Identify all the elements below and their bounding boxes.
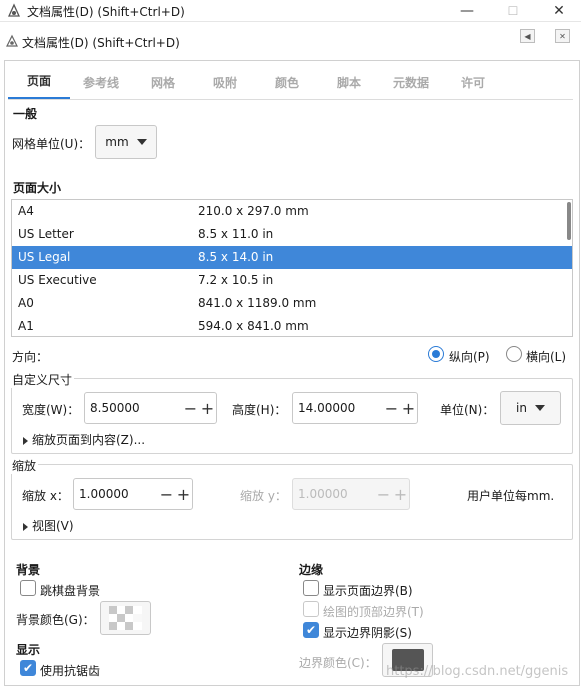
scale-x-spinbox[interactable]: 1.00000 − + (73, 478, 193, 510)
scale-heading: 缩放 (10, 457, 39, 474)
window-titlebar: 文档属性(D) (Shift+Ctrl+D) — ☐ ✕ (0, 0, 581, 22)
custom-size-heading: 自定义尺寸 (10, 371, 75, 388)
checkmark-icon: ✔ (305, 623, 317, 637)
page-size-list[interactable]: A4 210.0 x 297.0 mm US Letter 8.5 x 11.0 i… (11, 199, 573, 337)
tab-metadata[interactable]: 元数据 (380, 64, 442, 100)
close-button[interactable]: ✕ (536, 0, 581, 22)
portrait-radio[interactable] (428, 346, 444, 362)
unit-label: 单位(N)： (440, 403, 495, 417)
tab-divider (8, 99, 573, 100)
list-item[interactable]: US Letter 8.5 x 11.0 in (12, 223, 572, 246)
expander-arrow-icon (23, 436, 28, 445)
dock-header: 文档属性(D) (Shift+Ctrl+D) (0, 30, 581, 52)
tab-snap[interactable]: 吸附 (194, 64, 256, 100)
grid-unit-dropdown[interactable]: mm (95, 125, 157, 159)
background-color-button[interactable] (100, 601, 151, 635)
width-spinbox[interactable]: 8.50000 − + (84, 392, 217, 424)
show-border-label[interactable]: 显示页面边界(B) (323, 582, 413, 599)
inkscape-app-icon (7, 3, 21, 17)
background-heading: 背景 (16, 563, 41, 577)
watermark-text: https://blog.csdn.net/ggenis (386, 664, 569, 679)
checkerboard-label[interactable]: 跳棋盘背景 (40, 582, 100, 599)
checkerboard-checkbox[interactable] (20, 580, 36, 596)
grid-unit-value: mm (105, 135, 129, 149)
landscape-label[interactable]: 横向(L) (526, 348, 566, 365)
height-input[interactable]: 14.00000 (293, 393, 383, 423)
list-item[interactable]: A4 210.0 x 297.0 mm (12, 200, 572, 223)
minus-icon[interactable]: − (158, 479, 175, 509)
landscape-radio[interactable] (506, 346, 522, 362)
border-color-label: 边界颜色(C)： (299, 656, 377, 670)
tab-color[interactable]: 颜色 (256, 64, 318, 100)
general-heading: 一般 (13, 107, 38, 121)
chevron-down-icon (534, 405, 545, 411)
expander-arrow-icon (23, 522, 28, 531)
scale-y-spinbox: 1.00000 − + (292, 478, 410, 510)
width-label: 宽度(W)： (22, 403, 80, 417)
tab-scripting[interactable]: 脚本 (318, 64, 380, 100)
scale-x-input[interactable]: 1.00000 (74, 479, 158, 509)
scale-x-label: 缩放 x： (22, 489, 69, 503)
page-size-heading: 页面大小 (13, 181, 62, 195)
minus-icon: − (376, 484, 391, 504)
list-item[interactable]: A1 594.0 x 841.0 mm (12, 315, 572, 336)
border-on-top-label: 绘图的顶部边界(T) (323, 605, 424, 619)
height-label: 高度(H)： (232, 403, 287, 417)
scale-y-input: 1.00000 (298, 487, 348, 501)
background-color-label: 背景颜色(G)： (16, 613, 95, 627)
border-on-top-checkbox (303, 601, 319, 617)
tab-bar: 页面 参考线 网格 吸附 颜色 脚本 元数据 许可 (8, 64, 504, 100)
grid-unit-label: 网格单位(U)： (12, 137, 91, 151)
plus-icon: + (393, 484, 408, 504)
plus-icon[interactable]: + (400, 393, 417, 423)
plus-icon[interactable]: + (175, 479, 192, 509)
list-scrollbar[interactable] (567, 202, 571, 240)
unit-value: in (516, 401, 527, 415)
checkmark-icon: ✔ (22, 661, 34, 675)
display-heading: 显示 (16, 643, 41, 657)
list-item-selected[interactable]: US Legal 8.5 x 14.0 in (12, 246, 572, 269)
tab-page[interactable]: 页面 (8, 64, 70, 100)
tab-grids[interactable]: 网格 (132, 64, 194, 100)
list-item[interactable]: US Executive 7.2 x 10.5 in (12, 269, 572, 292)
minus-icon[interactable]: − (383, 393, 400, 423)
border-heading: 边缘 (299, 563, 324, 577)
width-input[interactable]: 8.50000 (85, 393, 182, 423)
antialias-label[interactable]: 使用抗锯齿 (40, 662, 100, 679)
height-spinbox[interactable]: 14.00000 − + (292, 392, 418, 424)
minus-icon[interactable]: − (182, 393, 199, 423)
minimize-button[interactable]: — (444, 0, 490, 22)
window-title: 文档属性(D) (Shift+Ctrl+D) (27, 5, 185, 19)
tab-license[interactable]: 许可 (442, 64, 504, 100)
maximize-button[interactable]: ☐ (490, 0, 536, 22)
orientation-label: 方向： (12, 350, 49, 364)
dock-title: 文档属性(D) (Shift+Ctrl+D) (22, 36, 180, 50)
dock-close-button[interactable]: ✕ (555, 29, 570, 43)
show-shadow-label[interactable]: 显示边界阴影(S) (323, 624, 412, 641)
document-properties-icon (6, 34, 18, 47)
user-units-label: 用户单位每mm. (467, 489, 555, 503)
antialias-checkbox[interactable]: ✔ (20, 660, 36, 676)
list-item[interactable]: A0 841.0 x 1189.0 mm (12, 292, 572, 315)
tab-guides[interactable]: 参考线 (70, 64, 132, 100)
resize-to-content-expander[interactable]: 缩放页面到内容(Z)... (23, 431, 145, 448)
portrait-label[interactable]: 纵向(P) (449, 348, 490, 365)
dock-collapse-button[interactable]: ◀ (520, 29, 535, 43)
viewbox-expander[interactable]: 视图(V) (23, 517, 74, 534)
chevron-down-icon (136, 139, 147, 145)
plus-icon[interactable]: + (199, 393, 216, 423)
unit-dropdown[interactable]: in (500, 391, 561, 425)
show-shadow-checkbox[interactable]: ✔ (303, 622, 319, 638)
scale-y-label: 缩放 y： (240, 489, 287, 503)
transparent-swatch-icon (109, 606, 142, 630)
show-border-checkbox[interactable] (303, 580, 319, 596)
